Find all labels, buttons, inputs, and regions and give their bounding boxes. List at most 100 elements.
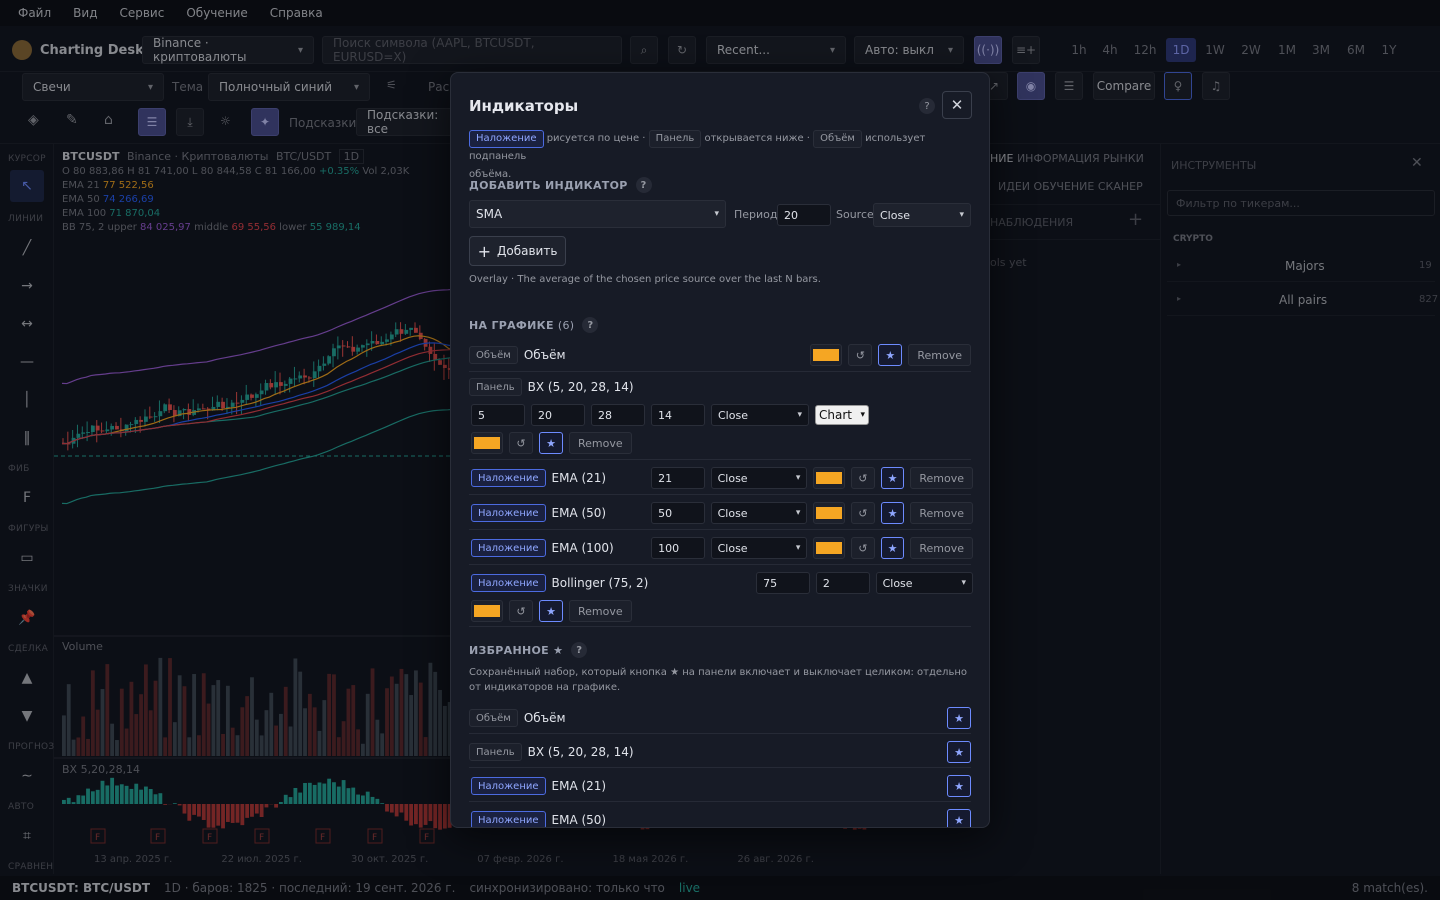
reset-icon[interactable]: ↺ — [848, 344, 873, 366]
bx-param-4-input[interactable]: 14 — [651, 404, 705, 426]
overlay-tag: Наложение — [471, 539, 546, 557]
indicator-name: EMA (50) — [551, 506, 607, 520]
favorites-description: Сохранённый набор, который кнопка ★ на п… — [469, 667, 968, 693]
indicator-name: BX (5, 20, 28, 14) — [527, 380, 634, 394]
remove-button[interactable]: Remove — [910, 502, 974, 524]
chevron-down-icon: ▾ — [860, 410, 865, 420]
favorite-row-volume: Объём Объём ★ — [469, 707, 971, 729]
indicator-name: Объём — [523, 711, 566, 725]
overlay-tag: Наложение — [471, 469, 546, 487]
legend-desc: открывается ниже · — [704, 133, 810, 144]
dialog-title: Индикаторы — [469, 97, 579, 115]
indicator-row-ema-100: Наложение EMA (100) 100 Close ▾ ↺ ★ Remov… — [471, 537, 974, 559]
indicator-name: EMA (21) — [551, 471, 607, 485]
favorite-star-icon[interactable]: ★ — [539, 600, 563, 622]
add-button-label: Добавить — [497, 244, 558, 258]
reset-icon[interactable]: ↺ — [851, 467, 875, 489]
indicator-row-bollinger: Наложение Bollinger (75, 2) 75 2 Close ▾ — [471, 572, 973, 594]
overlay-tag: Наложение — [471, 777, 546, 795]
section-title: ДОБАВИТЬ ИНДИКАТОР — [469, 178, 628, 192]
reset-icon[interactable]: ↺ — [851, 502, 875, 524]
remove-button[interactable]: Remove — [910, 467, 974, 489]
color-swatch[interactable] — [813, 537, 845, 559]
favorite-star-icon[interactable]: ★ — [878, 344, 903, 366]
bx-param-1-input[interactable]: 5 — [471, 404, 525, 426]
chevron-down-icon: ▾ — [961, 578, 966, 588]
period-label: Период — [734, 208, 778, 221]
reset-icon[interactable]: ↺ — [851, 537, 875, 559]
favorite-star-icon[interactable]: ★ — [880, 467, 905, 489]
color-swatch[interactable] — [471, 600, 503, 622]
indicator-name: EMA (21) — [551, 779, 607, 793]
chevron-down-icon: ▾ — [714, 209, 719, 219]
period-input[interactable]: 100 — [651, 537, 705, 559]
bb-period-input[interactable]: 75 — [756, 572, 810, 594]
period-input[interactable]: 20 — [777, 204, 831, 226]
source-select[interactable]: Close ▾ — [710, 537, 808, 559]
color-swatch[interactable] — [813, 502, 845, 524]
period-input[interactable]: 50 — [651, 502, 705, 524]
indicator-row-ema-21: Наложение EMA (21) 21 Close ▾ ↺ ★ Remove — [471, 467, 974, 489]
indicator-name: EMA (100) — [551, 541, 614, 555]
reset-icon[interactable]: ↺ — [509, 432, 533, 454]
bx-source-select[interactable]: Close ▾ — [711, 404, 809, 426]
period-input[interactable]: 21 — [651, 467, 705, 489]
indicator-description: Overlay · The average of the chosen pric… — [469, 274, 821, 285]
favorite-star-icon[interactable]: ★ — [880, 537, 905, 559]
chevron-down-icon: ▾ — [795, 473, 801, 483]
favorite-star-icon[interactable]: ★ — [947, 775, 971, 797]
divider — [469, 494, 971, 495]
source-select[interactable]: Close ▾ — [875, 572, 973, 594]
pane-tag: Панель — [469, 378, 522, 396]
remove-button[interactable]: Remove — [910, 537, 974, 559]
reset-icon[interactable]: ↺ — [509, 600, 533, 622]
favorite-star-icon[interactable]: ★ — [880, 502, 905, 524]
remove-button[interactable]: Remove — [908, 344, 971, 366]
section-title: НА ГРАФИКЕ — [469, 318, 554, 332]
favorite-row-ema-50: Наложение EMA (50) ★ — [471, 809, 971, 827]
indicator-name: Объём — [523, 348, 566, 362]
divider — [469, 564, 971, 565]
divider — [469, 733, 971, 734]
favorite-star-icon[interactable]: ★ — [947, 707, 971, 729]
color-swatch[interactable] — [810, 344, 843, 366]
indicator-select[interactable]: SMA ▾ — [469, 200, 726, 228]
close-dialog-button[interactable]: ✕ — [942, 91, 972, 119]
bb-stddev-input[interactable]: 2 — [815, 572, 870, 594]
color-swatch[interactable] — [813, 467, 845, 489]
favorite-row-ema-21: Наложение EMA (21) ★ — [471, 775, 971, 797]
plus-icon: + — [477, 241, 491, 261]
indicator-row-bx: Панель BX (5, 20, 28, 14) — [469, 378, 971, 396]
source-select[interactable]: Close ▾ — [710, 502, 808, 524]
chevron-down-icon: ▾ — [959, 210, 964, 220]
source-select[interactable]: Close ▾ — [710, 467, 808, 489]
volume-tag: Объём — [469, 346, 518, 364]
divider — [469, 767, 971, 768]
chevron-down-icon: ▾ — [795, 508, 801, 518]
pane-tag: Панель — [469, 743, 522, 761]
favorites-header: ИЗБРАННОЕ ★? — [469, 642, 588, 658]
bx-param-2-input[interactable]: 20 — [531, 404, 585, 426]
favorite-star-icon[interactable]: ★ — [947, 809, 971, 827]
overlay-tag: Наложение — [471, 574, 546, 592]
favorite-star-icon[interactable]: ★ — [539, 432, 563, 454]
on-chart-header: НА ГРАФИКЕ (6)? — [469, 317, 599, 333]
add-indicator-header: ДОБАВИТЬ ИНДИКАТОР? — [469, 177, 652, 193]
bx-pane-select[interactable]: Chart ▾ — [815, 405, 869, 425]
volume-tag: Объём — [813, 130, 862, 148]
volume-tag: Объём — [469, 709, 518, 727]
overlay-tag: Наложение — [471, 811, 546, 827]
remove-button[interactable]: Remove — [569, 432, 632, 454]
help-icon[interactable]: ? — [635, 177, 652, 193]
bx-param-3-input[interactable]: 28 — [591, 404, 645, 426]
help-icon[interactable]: ? — [571, 642, 588, 658]
bx-params: 5 20 28 14 Close ▾ Chart ▾ — [471, 404, 973, 426]
help-icon[interactable]: ? — [919, 98, 935, 114]
add-indicator-button[interactable]: + Добавить — [469, 236, 566, 266]
overlay-tag: Наложение — [469, 130, 544, 148]
remove-button[interactable]: Remove — [569, 600, 632, 622]
favorite-star-icon[interactable]: ★ — [947, 741, 971, 763]
color-swatch[interactable] — [471, 432, 503, 454]
source-select[interactable]: Close ▾ — [873, 203, 971, 227]
help-icon[interactable]: ? — [582, 317, 599, 333]
